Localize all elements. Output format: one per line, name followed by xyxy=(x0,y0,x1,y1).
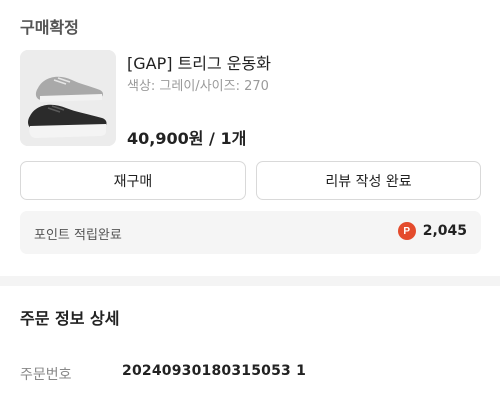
product-price-quantity: 40,900원 / 1개 xyxy=(127,129,247,148)
section-divider xyxy=(0,276,500,286)
review-completed-button[interactable]: 리뷰 작성 완료 xyxy=(256,161,481,200)
point-icon: P xyxy=(397,222,416,240)
rebuy-button[interactable]: 재구매 xyxy=(20,161,246,200)
product-thumbnail[interactable] xyxy=(20,50,116,146)
points-value: 2,045 xyxy=(422,223,467,239)
points-earned-label: 포인트 적립완료 xyxy=(34,228,122,243)
product-name[interactable]: [GAP] 트리그 운동화 xyxy=(127,50,271,74)
order-status-label: 구매확정 xyxy=(20,18,79,37)
points-amount: P 2,045 xyxy=(397,222,467,240)
points-earned-box: 포인트 적립완료 P 2,045 xyxy=(20,211,481,254)
order-detail-title: 주문 정보 상세 xyxy=(20,309,120,328)
product-option: 색상: 그레이/사이즈: 270 xyxy=(127,79,269,94)
order-number-label: 주문번호 xyxy=(20,367,72,383)
sneaker-image-icon xyxy=(20,50,116,146)
order-number-value: 20240930180315053 1 xyxy=(122,363,307,379)
